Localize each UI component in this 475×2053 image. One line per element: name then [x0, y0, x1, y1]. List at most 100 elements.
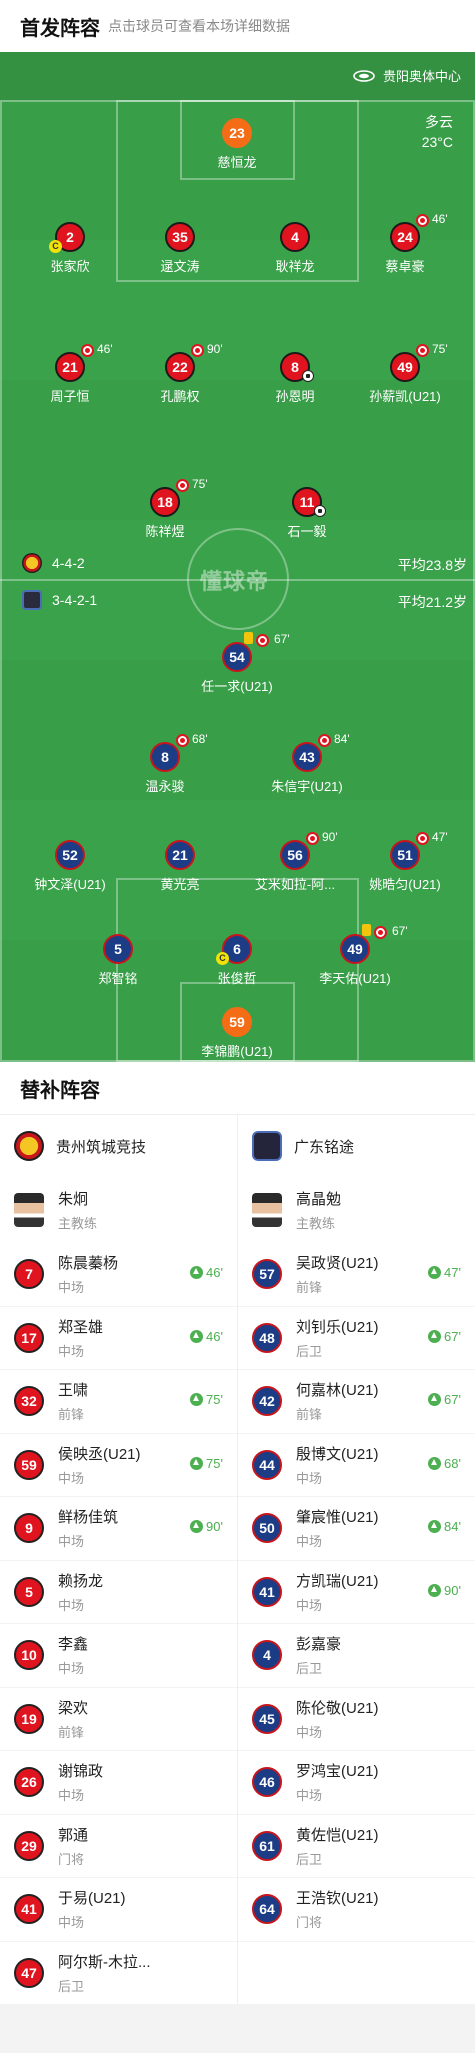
- away-player[interactable]: 51 47' 姚晧匀(U21): [345, 830, 465, 893]
- sub-player-row[interactable]: 42 何嘉林(U21) 前锋 67': [238, 1370, 475, 1434]
- sub-player-name: 谢锦政: [58, 1763, 104, 1781]
- sub-player-number: 41: [14, 1894, 44, 1925]
- home-avg-age: 平均23.8岁: [397, 557, 467, 573]
- sub-player-name: 陈伦敬(U21): [296, 1699, 379, 1717]
- sub-player-row[interactable]: 44 殷博文(U21) 中场 68': [238, 1434, 475, 1497]
- sub-in-arrow-icon: [428, 1329, 442, 1343]
- player-marker: 8 68': [150, 732, 208, 772]
- goal-ball-icon: [314, 505, 326, 517]
- player-marker: 51 47': [390, 830, 448, 870]
- away-player[interactable]: 21 黄光亮: [120, 840, 240, 893]
- away-coach[interactable]: 高晶勉 主教练: [238, 1177, 475, 1243]
- player-name: 石一毅: [287, 524, 327, 539]
- away-player[interactable]: 54 67' 任一求(U21): [177, 632, 297, 695]
- home-player[interactable]: 22 90' 孔鹏权: [120, 342, 240, 405]
- sub-player-info: 黄佐恺(U21) 后卫: [296, 1824, 379, 1868]
- sub-player-row[interactable]: 47 阿尔斯-木拉... 后卫: [0, 1942, 237, 2005]
- away-player[interactable]: 43 84' 朱信宇(U21): [247, 732, 367, 795]
- away-player[interactable]: 56 90' 艾米如拉-阿...: [235, 830, 355, 893]
- sub-out-icon: [176, 479, 189, 492]
- away-player[interactable]: 52 钟文泽(U21): [10, 840, 130, 893]
- sub-player-row[interactable]: 9 鲜杨佳筑 中场 90': [0, 1497, 237, 1561]
- sub-player-name: 郑圣雄: [58, 1318, 104, 1336]
- sub-player-row[interactable]: 57 吴政贤(U21) 前锋 47': [238, 1243, 475, 1307]
- away-player[interactable]: 6 C 张俊哲: [177, 934, 297, 987]
- sub-player-row[interactable]: 7 陈晨蓁杨 中场 46': [0, 1243, 237, 1307]
- sub-player-info: 何嘉林(U21) 前锋: [296, 1379, 379, 1423]
- sub-player-row[interactable]: 48 刘钊乐(U21) 后卫 67': [238, 1307, 475, 1370]
- sub-player-row[interactable]: 41 方凯瑞(U21) 中场 90': [238, 1561, 475, 1624]
- sub-player-row[interactable]: 17 郑圣雄 中场 46': [0, 1307, 237, 1370]
- player-name: 朱信宇(U21): [271, 779, 343, 794]
- page-subtitle: 点击球员可查看本场详细数据: [108, 18, 290, 34]
- sub-in-indicator: 67': [428, 1392, 461, 1407]
- player-number: 52: [55, 840, 85, 870]
- player-name: 钟文泽(U21): [34, 877, 106, 892]
- sub-player-row[interactable]: 46 罗鸿宝(U21) 中场: [238, 1751, 475, 1815]
- sub-player-position: 中场: [296, 1724, 323, 1740]
- home-player[interactable]: 23 慈恒龙: [177, 118, 297, 171]
- home-player[interactable]: 2 C 张家欣: [10, 222, 130, 275]
- coach-name: 朱炯: [58, 1191, 89, 1208]
- home-player[interactable]: 11 石一毅: [247, 487, 367, 540]
- home-player[interactable]: 24 46' 蔡卓豪: [345, 212, 465, 275]
- away-formation-label: 3-4-2-1: [52, 592, 98, 608]
- player-name: 逯文涛: [160, 259, 200, 274]
- player-name: 任一求(U21): [201, 679, 273, 694]
- sub-player-row[interactable]: 29 郭通 门将: [0, 1815, 237, 1878]
- sub-in-indicator: 46': [190, 1329, 223, 1344]
- home-team-row[interactable]: 贵州筑城竞技: [0, 1115, 237, 1177]
- player-name: 温永骏: [145, 779, 185, 794]
- sub-out-minute: 90': [207, 342, 223, 356]
- home-player[interactable]: 35 逯文涛: [120, 222, 240, 275]
- sub-player-name: 何嘉林(U21): [296, 1382, 379, 1400]
- venue-name: 贵阳奥体中心: [382, 69, 461, 84]
- sub-player-name: 吴政贤(U21): [296, 1255, 379, 1273]
- player-number: 35: [165, 222, 195, 252]
- home-player[interactable]: 49 75' 孙薪凯(U21): [345, 342, 465, 405]
- home-player[interactable]: 18 75' 陈祥煜: [105, 477, 225, 540]
- player-number: 59: [222, 1007, 252, 1037]
- sub-player-position: 中场: [58, 1534, 85, 1550]
- sub-player-name: 赖扬龙: [58, 1572, 104, 1590]
- player-name: 耿祥龙: [275, 259, 315, 274]
- sub-player-row[interactable]: 19 梁欢 前锋: [0, 1688, 237, 1751]
- sub-player-number: 57: [252, 1259, 282, 1290]
- sub-player-row[interactable]: 61 黄佐恺(U21) 后卫: [238, 1815, 475, 1878]
- sub-player-number: 5: [14, 1576, 44, 1607]
- sub-out-minute: 68': [192, 732, 208, 746]
- player-marker: 5: [103, 934, 133, 964]
- sub-player-info: 侯映丞(U21) 中场: [58, 1443, 141, 1487]
- sub-player-row[interactable]: 32 王啸 前锋 75': [0, 1370, 237, 1434]
- captain-icon: C: [49, 240, 62, 253]
- home-player[interactable]: 8 孙恩明: [235, 352, 355, 405]
- sub-player-row[interactable]: 59 侯映丞(U21) 中场 75': [0, 1434, 237, 1497]
- sub-in-arrow-icon: [190, 1393, 204, 1406]
- player-name: 孔鹏权: [160, 389, 200, 404]
- home-coach[interactable]: 朱炯 主教练: [0, 1177, 237, 1243]
- away-player[interactable]: 59 李锦鹏(U21): [177, 1007, 297, 1060]
- sub-in-indicator: 46': [190, 1265, 223, 1280]
- sub-player-row[interactable]: 41 于易(U21) 中场: [0, 1878, 237, 1942]
- sub-out-icon: [81, 344, 94, 357]
- away-team-row[interactable]: 广东铭途: [238, 1115, 475, 1177]
- weather-condition: 多云: [425, 114, 453, 130]
- player-number: 4: [280, 222, 310, 252]
- away-player[interactable]: 49 67' 李天佑(U21): [295, 924, 415, 987]
- sub-in-minute: 47': [444, 1265, 461, 1280]
- sub-in-indicator: 84': [428, 1519, 461, 1534]
- sub-player-row[interactable]: 45 陈伦敬(U21) 中场: [238, 1688, 475, 1751]
- sub-player-row[interactable]: 10 李鑫 中场: [0, 1624, 237, 1688]
- footer: [0, 2004, 475, 2053]
- sub-player-row[interactable]: 50 肇宸惟(U21) 中场 84': [238, 1497, 475, 1561]
- sub-player-row[interactable]: 64 王浩钦(U21) 门将: [238, 1878, 475, 1942]
- sub-player-row[interactable]: 4 彭嘉豪 后卫: [238, 1624, 475, 1688]
- player-marker: 56 90': [280, 830, 338, 870]
- home-player[interactable]: 21 46' 周子恒: [10, 342, 130, 405]
- away-player[interactable]: 8 68' 温永骏: [105, 732, 225, 795]
- sub-player-position: 门将: [58, 1851, 85, 1867]
- sub-player-row[interactable]: 5 赖扬龙 中场: [0, 1561, 237, 1624]
- home-player[interactable]: 4 耿祥龙: [235, 222, 355, 275]
- sub-player-row[interactable]: 26 谢锦政 中场: [0, 1751, 237, 1815]
- away-player[interactable]: 5 郑智铭: [58, 934, 178, 987]
